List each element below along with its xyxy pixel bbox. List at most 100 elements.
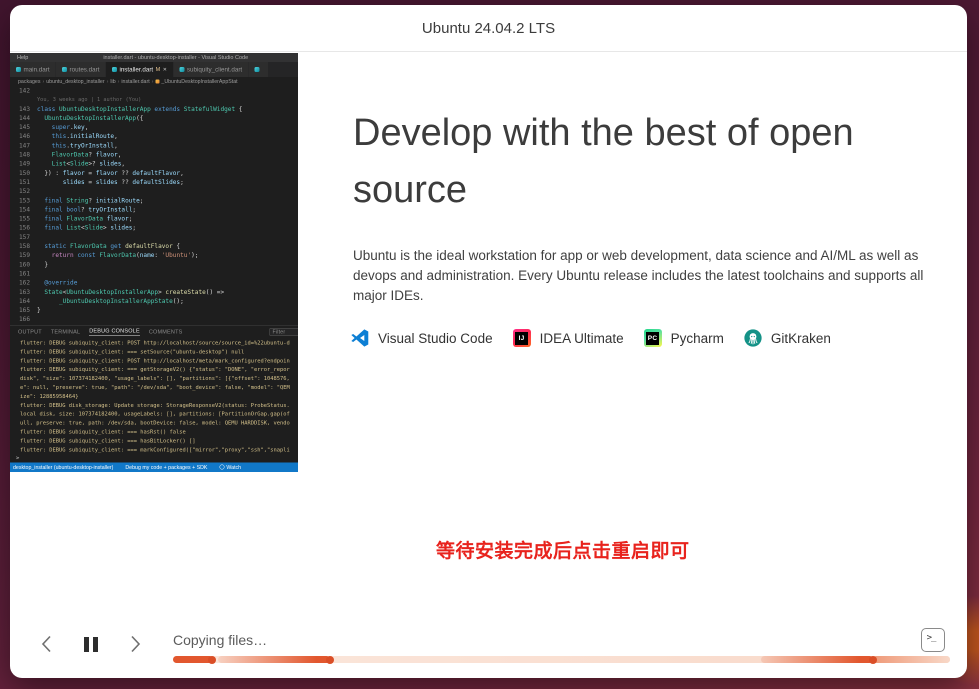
token: initialRoute (70, 133, 114, 140)
token (37, 215, 44, 222)
token: String (66, 197, 88, 204)
token: get (110, 243, 125, 250)
panel-tab: DEBUG CONSOLE (89, 328, 140, 336)
token: > (158, 288, 165, 295)
tab-label: routes.dart (70, 66, 100, 73)
idea-icon: IJ (513, 329, 531, 347)
dart-icon (112, 67, 117, 72)
vscode-tab: routes.dart (56, 62, 106, 77)
code-line: 147 this.tryOrInstall, (10, 141, 298, 150)
dart-icon (179, 67, 184, 72)
line-number: 150 (10, 168, 37, 177)
code-line: 159 return const FlavorData(name: 'Ubunt… (10, 251, 298, 260)
token: }) : (37, 169, 63, 176)
code-line: 161 (10, 269, 298, 278)
line-number: 161 (10, 269, 37, 278)
token (37, 142, 52, 149)
token: ; (132, 224, 136, 231)
code-line: 142 (10, 86, 298, 95)
token: UbuntuDesktopInstallerApp (66, 288, 158, 295)
line-number: 162 (10, 278, 37, 287)
code-text: } (37, 306, 41, 315)
code-line: 152 (10, 187, 298, 196)
line-number: 152 (10, 187, 37, 196)
token: 'Ubuntu' (162, 252, 191, 259)
token: State (44, 288, 62, 295)
vscode-window-title: installer.dart - ubuntu-desktop-installe… (103, 55, 248, 61)
console-line: flutter: DEBUG subiquity_client: === set… (20, 347, 298, 356)
vscode-code-editor: 142You, 3 weeks ago | 1 author (You)143c… (10, 86, 298, 325)
next-slide-button[interactable] (126, 634, 144, 654)
ide-label: GitKraken (771, 331, 831, 346)
code-line: 162 @override (10, 278, 298, 287)
dart-icon (255, 67, 260, 72)
token: () => (206, 288, 228, 295)
token: slides (96, 178, 118, 185)
code-line: 145 super.key, (10, 123, 298, 132)
code-line: 160 } (10, 260, 298, 269)
code-line: 156 final List<Slide> slides; (10, 223, 298, 232)
code-line: You, 3 weeks ago | 1 author (You) (10, 95, 298, 104)
progress-segment (173, 656, 213, 663)
token: >? (88, 160, 99, 167)
token: bool (66, 206, 81, 213)
token: defaultSlides (132, 178, 180, 185)
breadcrumb-item: packages (18, 79, 40, 85)
console-line: flutter: DEBUG subiquity_client: === has… (20, 436, 298, 445)
token: FlavorData (52, 151, 89, 158)
code-line: 166 (10, 315, 298, 324)
code-text: _UbuntuDesktopInstallerAppState(); (37, 296, 184, 305)
code-line: 150 }) : flavor = flavor ?? defaultFlavo… (10, 168, 298, 177)
ide-label: Pycharm (671, 331, 724, 346)
token: } (37, 307, 41, 314)
code-line: 163 State<UbuntuDesktopInstallerApp> cre… (10, 287, 298, 296)
code-text: List<Slide>? slides, (37, 159, 125, 168)
previous-slide-button[interactable] (38, 634, 56, 654)
token: tryOrInstall (88, 206, 132, 213)
breadcrumb-separator: › (107, 79, 109, 85)
token: { (235, 105, 242, 112)
gitkraken-icon (744, 329, 762, 347)
token: (); (173, 297, 184, 304)
token: final (44, 197, 66, 204)
token: @override (44, 279, 77, 286)
code-text: You, 3 weeks ago | 1 author (You) (37, 95, 141, 104)
token: ; (140, 197, 144, 204)
token: slides (110, 224, 132, 231)
line-number: 142 (10, 86, 37, 95)
code-text: }) : flavor = flavor ?? defaultFlavor, (37, 168, 184, 177)
console-line: local disk, size: 107374182400, usageLab… (20, 410, 298, 419)
token: slides (63, 178, 85, 185)
token: UbuntuDesktopInstallerApp (59, 105, 151, 112)
token: Slide (70, 160, 88, 167)
token: final (44, 215, 66, 222)
panel-tab: COMMENTS (149, 329, 183, 335)
token: } (37, 261, 48, 268)
code-text: State<UbuntuDesktopInstallerApp> createS… (37, 287, 228, 296)
progress-status: Copying files… (173, 632, 267, 648)
terminal-button[interactable]: >_ (921, 628, 945, 652)
code-text: UbuntuDesktopInstallerApp({ (37, 113, 143, 122)
watch-icon (219, 465, 224, 470)
token: this (52, 142, 67, 149)
code-line: 149 List<Slide>? slides, (10, 159, 298, 168)
panel-tab: TERMINAL (51, 329, 80, 335)
token: FlavorData (70, 243, 107, 250)
line-number: 148 (10, 150, 37, 159)
console-line: e": null, "preserve": true, "path": "/de… (20, 383, 298, 392)
breadcrumb-separator: › (152, 79, 154, 85)
console-line: flutter: DEBUG subiquity_client: POST ht… (20, 339, 298, 348)
token: , (114, 142, 118, 149)
pause-slideshow-button[interactable] (81, 634, 101, 654)
vscode-tab (249, 62, 269, 77)
vscode-menubar: Help installer.dart - ubuntu-desktop-ins… (10, 53, 298, 62)
ide-item-vscode: Visual Studio Code (351, 329, 493, 347)
dart-icon (62, 67, 67, 72)
line-number: 144 (10, 113, 37, 122)
token: return (52, 252, 78, 259)
token: slides (99, 160, 121, 167)
line-number: 163 (10, 287, 37, 296)
code-text: FlavorData? flavor, (37, 150, 121, 159)
code-text: class UbuntuDesktopInstallerApp extends … (37, 104, 242, 113)
token: , (118, 151, 122, 158)
